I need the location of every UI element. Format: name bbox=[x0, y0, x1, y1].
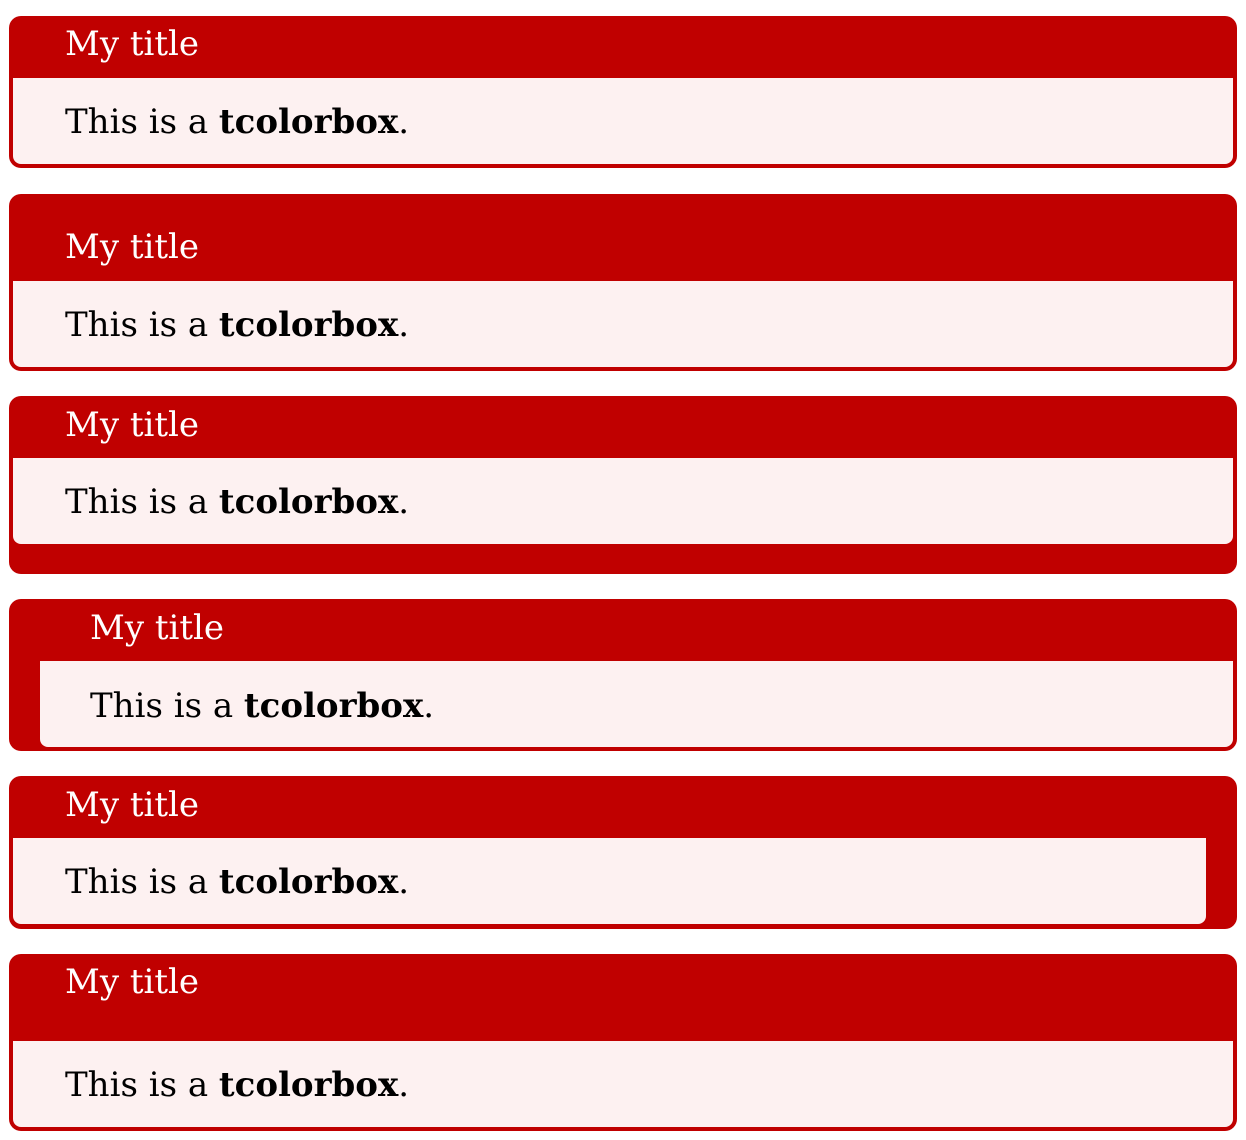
box-title: My title bbox=[65, 227, 200, 267]
tcolorbox-5: My title This is a tcolorbox. bbox=[9, 776, 1237, 929]
bold-word: tcolorbox bbox=[218, 862, 399, 902]
box-title: My title bbox=[90, 608, 225, 648]
box-content: This is a tcolorbox. bbox=[65, 862, 410, 902]
bold-word: tcolorbox bbox=[243, 686, 424, 726]
tcolorbox-1: My title This is a tcolorbox. bbox=[9, 16, 1237, 168]
box-title: My title bbox=[65, 962, 200, 1002]
box-content: This is a tcolorbox. bbox=[65, 102, 410, 142]
tcolorbox-4: My title This is a tcolorbox. bbox=[9, 599, 1237, 751]
tcolorbox-6: My title This is a tcolorbox. bbox=[9, 954, 1237, 1131]
box-content: This is a tcolorbox. bbox=[65, 305, 410, 345]
box-title: My title bbox=[65, 785, 200, 825]
box-content: This is a tcolorbox. bbox=[65, 1065, 410, 1105]
tcolorbox-3: My title This is a tcolorbox. bbox=[9, 396, 1237, 574]
bold-word: tcolorbox bbox=[218, 102, 399, 142]
box-title: My title bbox=[65, 405, 200, 445]
box-title: My title bbox=[65, 24, 200, 64]
box-content: This is a tcolorbox. bbox=[65, 482, 410, 522]
box-content: This is a tcolorbox. bbox=[90, 686, 435, 726]
bold-word: tcolorbox bbox=[218, 482, 399, 522]
bold-word: tcolorbox bbox=[218, 305, 399, 345]
bold-word: tcolorbox bbox=[218, 1065, 399, 1105]
tcolorbox-2: My title This is a tcolorbox. bbox=[9, 194, 1237, 371]
